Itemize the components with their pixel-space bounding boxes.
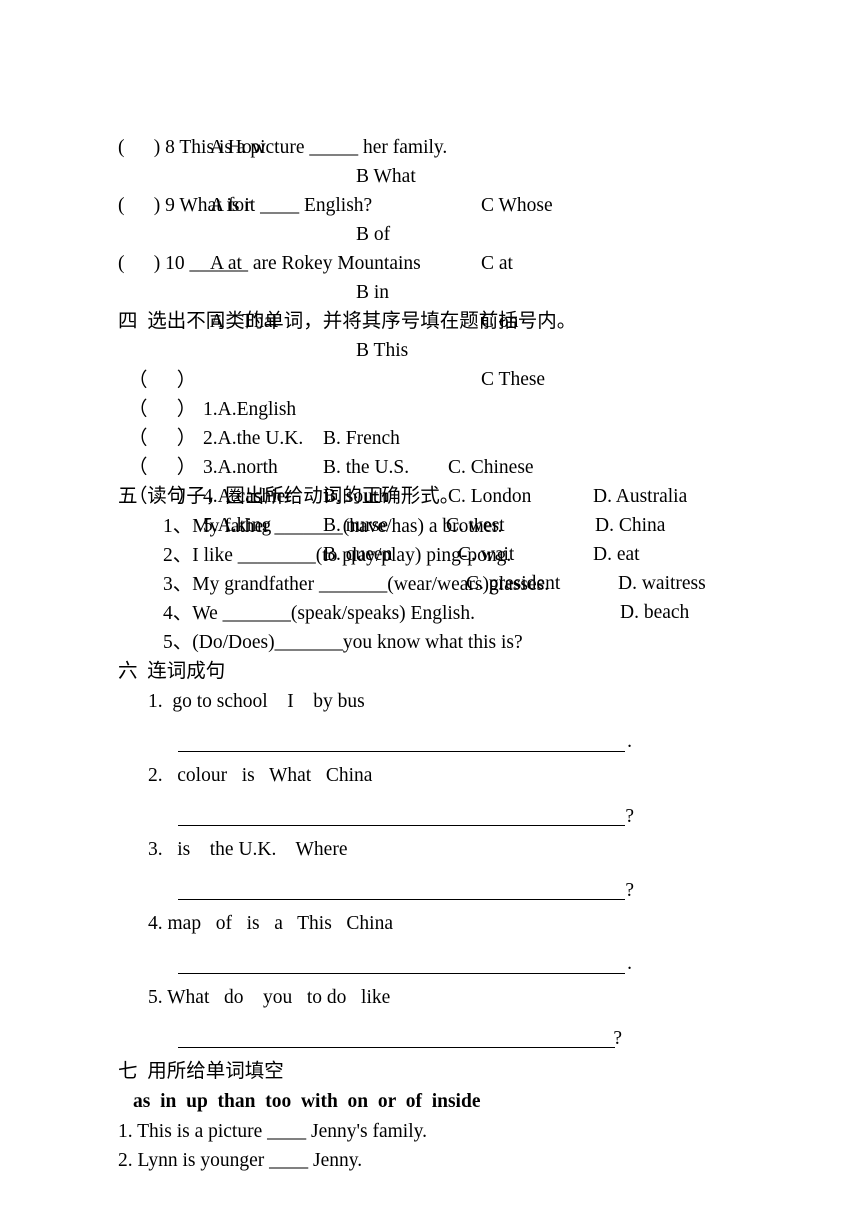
option-d: D. Australia (593, 486, 688, 507)
section-four-row: （ ） 1.A.English B. French C. Chinese D. … (128, 337, 860, 507)
answer-line[interactable]: ? (0, 790, 860, 835)
option-c: C Whose (481, 195, 553, 216)
answer-bracket[interactable]: ( ) (118, 253, 165, 274)
write-rule[interactable] (178, 899, 625, 900)
option-a: 4.A.cashier (203, 486, 292, 507)
section-seven-item: 1. This is a picture ____ Jenny's family… (118, 1121, 427, 1142)
section-six-item: 3. is the U.K. Where (148, 839, 348, 860)
answer-line[interactable]: ? (0, 1012, 860, 1057)
answer-line[interactable]: . (0, 716, 860, 761)
section-seven-item: 2. Lynn is younger ____ Jenny. (118, 1150, 363, 1171)
option-b: B. nurse (323, 515, 388, 536)
question-7-options: A How B What C Whose (210, 104, 860, 216)
option-d: D. waitress (618, 573, 706, 594)
option-c: C. west (446, 515, 505, 536)
option-c: C. London (448, 486, 532, 507)
option-d: D. eat (593, 544, 640, 565)
answer-bracket[interactable]: ( ) (118, 137, 165, 158)
section-five-item: 4、We _______(speak/speaks) English. (163, 603, 475, 624)
answer-bracket[interactable]: ( ) (118, 195, 165, 216)
question-text: 10 ______ are Rokey Mountains (165, 253, 421, 274)
end-punctuation: ? (625, 805, 634, 827)
option-a: A How (210, 137, 266, 158)
section-four-row: （ ） 3.A.north B. south C. west D. eat (128, 395, 860, 565)
option-c: C on (481, 311, 519, 332)
question-text: 8 This is a picture _____ her family. (165, 137, 448, 158)
option-a: A at (210, 253, 242, 274)
question-9-options: A at B in C on (210, 220, 860, 332)
section-six-item: 4. map of is a This China (148, 913, 393, 934)
end-punctuation: . (627, 952, 632, 974)
answer-line[interactable]: ? (0, 864, 860, 909)
option-c: C at (481, 253, 513, 274)
word-bank: as in up than too with on or of inside (133, 1091, 481, 1112)
question-10-options: A That B This C These (210, 278, 860, 390)
option-c: C. wait (458, 544, 515, 565)
answer-bracket[interactable]: （ ） (128, 482, 196, 511)
worksheet-body: A How B What C Whose ( ) 8 This is a pic… (0, 104, 860, 1175)
write-rule[interactable] (178, 751, 625, 752)
option-a: A That (210, 311, 278, 332)
answer-line[interactable]: . (0, 938, 860, 983)
section-six-item: 2. colour is What China (148, 765, 373, 786)
write-rule[interactable] (178, 825, 625, 826)
option-a: A for (210, 195, 251, 216)
question-text: 9 What is it ____ English? (165, 195, 373, 216)
end-punctuation: . (627, 730, 632, 752)
option-b: B. queen (323, 544, 393, 565)
section-six-heading: 六 连词成句 (118, 661, 226, 682)
option-a: 5.A.king (203, 515, 272, 536)
option-c: C. president (466, 573, 561, 594)
option-d: D. China (595, 515, 666, 536)
write-rule[interactable] (178, 1047, 615, 1048)
question-8-options: A for B of C at (210, 162, 860, 274)
section-four-row: （ ） 4.A.cashier B. nurse C. wait D. wait… (128, 424, 860, 594)
section-five-item: 5、(Do/Does)_______you know what this is? (163, 632, 523, 653)
section-seven-heading: 七 用所给单词填空 (118, 1061, 284, 1082)
section-six-item: 1. go to school I by bus (148, 691, 365, 712)
worksheet-page: A How B What C Whose ( ) 8 This is a pic… (0, 0, 860, 1216)
end-punctuation: ? (613, 1027, 622, 1049)
section-four-row: （ ） 2.A.the U.K. B. the U.S. C. London D… (128, 366, 860, 536)
section-four-row: （ ） 5.A.king B. queen C. president D. be… (128, 453, 860, 623)
option-d: D. beach (620, 602, 690, 623)
write-rule[interactable] (178, 973, 625, 974)
section-six-item: 5. What do you to do like (148, 987, 391, 1008)
option-b: B. south (323, 486, 389, 507)
end-punctuation: ? (625, 879, 634, 901)
